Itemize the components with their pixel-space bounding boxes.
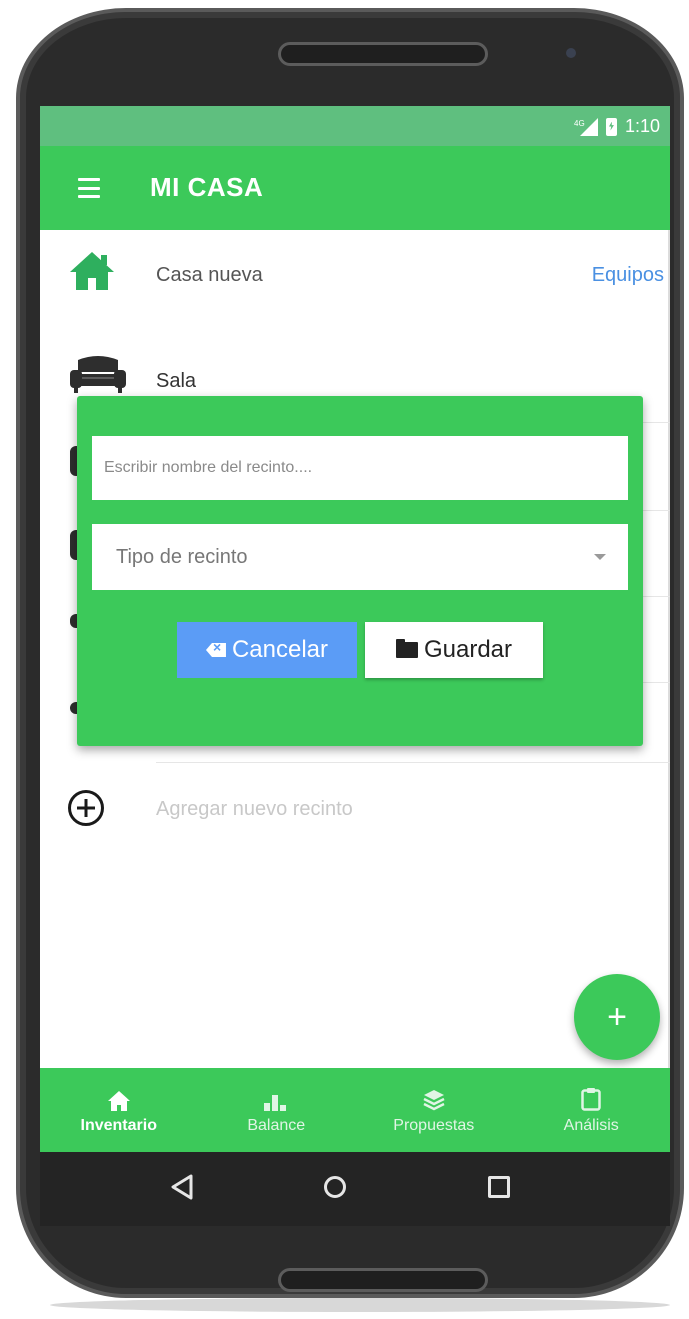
status-bar: 4G 1:10: [40, 106, 670, 146]
room-name-input[interactable]: [92, 436, 628, 500]
sofa-icon: [68, 354, 128, 399]
house-icon: [68, 250, 116, 297]
folder-icon: [395, 639, 418, 658]
house-row[interactable]: Casa nueva Equipos: [40, 236, 670, 306]
system-nav-bar: [40, 1152, 670, 1226]
bottom-speaker: [278, 1268, 488, 1292]
plus-icon: +: [607, 997, 627, 1036]
home-icon: [107, 1085, 130, 1111]
add-room-row[interactable]: Agregar nuevo recinto: [40, 776, 670, 846]
room-type-select[interactable]: Tipo de recinto: [92, 524, 628, 590]
network-type: 4G: [574, 119, 585, 128]
front-camera: [566, 48, 576, 58]
battery-icon: [605, 117, 617, 136]
add-room-label: Agregar nuevo recinto: [156, 798, 353, 820]
page-title: MI CASA: [150, 172, 264, 202]
signal-icon: 4G: [574, 117, 598, 136]
bottom-nav: Inventario Balance Propuestas Análisis: [40, 1068, 670, 1152]
nav-label: Propuestas: [393, 1117, 475, 1134]
app-bar: MI CASA: [40, 146, 670, 230]
new-room-dialog: Tipo de recinto Cancelar Guardar: [77, 396, 643, 746]
hamburger-icon[interactable]: [78, 178, 100, 198]
nav-label: Inventario: [80, 1117, 157, 1134]
clipboard-icon: [581, 1085, 601, 1111]
back-icon[interactable]: [170, 1174, 194, 1205]
recent-apps-icon[interactable]: [488, 1176, 510, 1198]
earpiece-speaker: [278, 42, 488, 66]
nav-item-propuestas[interactable]: Propuestas: [355, 1068, 513, 1152]
nav-item-balance[interactable]: Balance: [198, 1068, 356, 1152]
save-label: Guardar: [423, 636, 513, 663]
phone-shadow: [50, 1298, 670, 1312]
nav-item-analisis[interactable]: Análisis: [513, 1068, 671, 1152]
nav-item-inventario[interactable]: Inventario: [40, 1068, 198, 1152]
backspace-icon: [205, 643, 226, 657]
equipos-link[interactable]: Equipos: [592, 264, 664, 287]
cancel-button[interactable]: Cancelar: [177, 622, 357, 678]
room-type-value: Tipo de recinto: [116, 546, 248, 568]
nav-label: Balance: [247, 1117, 306, 1134]
save-button[interactable]: Guardar: [365, 622, 543, 678]
add-circle-icon: [68, 790, 104, 826]
phone-screen: 4G 1:10 MI CASA Casa nueva Equipos Sala …: [40, 106, 670, 1226]
nav-label: Análisis: [563, 1117, 619, 1134]
room-name: Sala: [156, 370, 197, 392]
divider: [156, 762, 670, 763]
chevron-down-icon: [594, 554, 606, 560]
house-name: Casa nueva: [156, 264, 263, 286]
status-time: 1:10: [624, 116, 660, 136]
home-button-icon[interactable]: [324, 1176, 346, 1198]
layers-icon: [423, 1085, 445, 1111]
bar-chart-icon: [264, 1085, 288, 1111]
add-fab-button[interactable]: +: [574, 974, 660, 1060]
cancel-label: Cancelar: [231, 636, 329, 663]
